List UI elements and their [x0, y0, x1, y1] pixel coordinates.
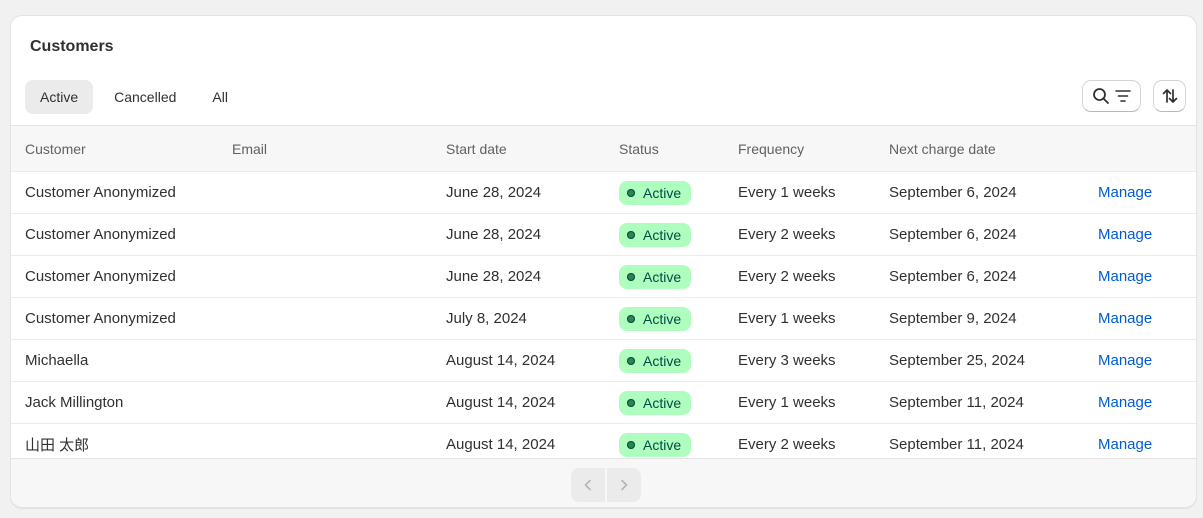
frequency: Every 1 weeks	[738, 310, 836, 327]
status-label: Active	[643, 394, 682, 411]
frequency: Every 2 weeks	[738, 226, 836, 243]
next-charge-date: September 6, 2024	[889, 226, 1017, 243]
status-badge: Active	[619, 222, 692, 247]
status-dot-icon	[627, 356, 635, 365]
status-dot-icon	[627, 272, 635, 281]
table-row[interactable]: Customer Anonymized June 28, 2024 Active Ev…	[11, 171, 1196, 213]
status-badge: Active	[619, 432, 692, 457]
status-label: Active	[643, 310, 682, 327]
status-label: Active	[643, 436, 682, 453]
next-charge-date: September 9, 2024	[889, 310, 1017, 327]
status-cell: Active	[619, 256, 692, 297]
manage-cell: Manage	[1098, 298, 1152, 339]
next-page-button[interactable]	[607, 468, 641, 502]
table-row[interactable]: Customer Anonymized June 28, 2024 Active Ev…	[11, 213, 1196, 255]
chevron-left-icon	[584, 479, 591, 491]
column-header-start-date[interactable]: Start date	[446, 126, 507, 171]
manage-link[interactable]: Manage	[1098, 268, 1152, 285]
status-dot-icon	[627, 314, 635, 323]
status-cell: Active	[619, 382, 692, 423]
tab-active[interactable]: Active	[25, 80, 94, 114]
status-cell: Active	[619, 214, 692, 255]
status-label: Active	[643, 184, 682, 201]
status-badge: Active	[619, 180, 692, 205]
sort-icon	[1162, 89, 1177, 103]
start-date: August 14, 2024	[446, 394, 556, 411]
status-badge: Active	[619, 390, 692, 415]
status-badge: Active	[619, 348, 692, 373]
tab-bar: Active Cancelled All	[25, 80, 249, 114]
start-date: July 8, 2024	[446, 310, 527, 327]
column-header-customer[interactable]: Customer	[25, 126, 86, 171]
frequency: Every 2 weeks	[738, 268, 836, 285]
manage-link[interactable]: Manage	[1098, 352, 1152, 369]
next-charge-date: September 25, 2024	[889, 352, 1025, 369]
table-header-row: Customer Email Start date Status Frequen…	[11, 125, 1196, 171]
manage-cell: Manage	[1098, 340, 1152, 381]
search-icon	[1092, 88, 1109, 104]
next-charge-date: September 11, 2024	[889, 394, 1024, 411]
status-dot-icon	[627, 230, 635, 239]
tab-cancelled[interactable]: Cancelled	[99, 80, 191, 114]
filter-icon	[1114, 90, 1131, 102]
status-dot-icon	[627, 440, 635, 449]
table-row[interactable]: Jack Millington August 14, 2024 Active Ever…	[11, 381, 1196, 423]
status-badge: Active	[619, 264, 692, 289]
next-charge-date: September 6, 2024	[889, 184, 1017, 201]
column-header-status[interactable]: Status	[619, 126, 659, 171]
start-date: June 28, 2024	[446, 268, 542, 285]
manage-link[interactable]: Manage	[1098, 184, 1152, 201]
manage-cell: Manage	[1098, 172, 1152, 213]
column-header-frequency[interactable]: Frequency	[738, 126, 804, 171]
chevron-right-icon	[621, 479, 628, 491]
manage-cell: Manage	[1098, 214, 1152, 255]
manage-link[interactable]: Manage	[1098, 226, 1152, 243]
manage-link[interactable]: Manage	[1098, 394, 1152, 411]
frequency: Every 1 weeks	[738, 184, 836, 201]
status-dot-icon	[627, 188, 635, 197]
column-header-email[interactable]: Email	[232, 126, 267, 171]
customer-name: Customer Anonymized	[25, 184, 176, 201]
frequency: Every 1 weeks	[738, 394, 836, 411]
tab-all[interactable]: All	[197, 80, 243, 114]
status-cell: Active	[619, 340, 692, 381]
customers-card: Customers Active Cancelled All Customer …	[10, 15, 1197, 508]
column-header-next-charge-date[interactable]: Next charge date	[889, 126, 996, 171]
status-dot-icon	[627, 398, 635, 407]
customer-name: Customer Anonymized	[25, 268, 176, 285]
table-row[interactable]: Customer Anonymized June 28, 2024 Active Ev…	[11, 255, 1196, 297]
status-cell: Active	[619, 298, 692, 339]
sort-button[interactable]	[1153, 80, 1186, 112]
customer-name: Jack Millington	[25, 394, 124, 411]
manage-link[interactable]: Manage	[1098, 310, 1152, 327]
previous-page-button[interactable]	[571, 468, 605, 502]
pagination	[571, 468, 641, 502]
table-row[interactable]: Customer Anonymized July 8, 2024 Active Eve…	[11, 297, 1196, 339]
status-badge: Active	[619, 306, 692, 331]
status-label: Active	[643, 352, 682, 369]
next-charge-date: September 6, 2024	[889, 268, 1017, 285]
manage-cell: Manage	[1098, 382, 1152, 423]
table-body: Customer Anonymized June 28, 2024 Active Ev…	[11, 171, 1196, 465]
status-cell: Active	[619, 172, 692, 213]
customer-name: Michaella	[25, 352, 89, 369]
page-title: Customers	[30, 38, 114, 55]
start-date: June 28, 2024	[446, 226, 542, 243]
customer-name: Customer Anonymized	[25, 310, 176, 327]
manage-cell: Manage	[1098, 256, 1152, 297]
table-row[interactable]: Michaella August 14, 2024 Active Every 3 we…	[11, 339, 1196, 381]
search-filter-button[interactable]	[1082, 80, 1141, 112]
manage-link[interactable]: Manage	[1098, 436, 1152, 453]
start-date: August 14, 2024	[446, 352, 556, 369]
status-label: Active	[643, 226, 682, 243]
customers-table: Customer Email Start date Status Frequen…	[11, 125, 1196, 465]
frequency: Every 3 weeks	[738, 352, 836, 369]
start-date: June 28, 2024	[446, 184, 542, 201]
customer-name: Customer Anonymized	[25, 226, 176, 243]
status-label: Active	[643, 268, 682, 285]
table-footer	[11, 458, 1196, 507]
